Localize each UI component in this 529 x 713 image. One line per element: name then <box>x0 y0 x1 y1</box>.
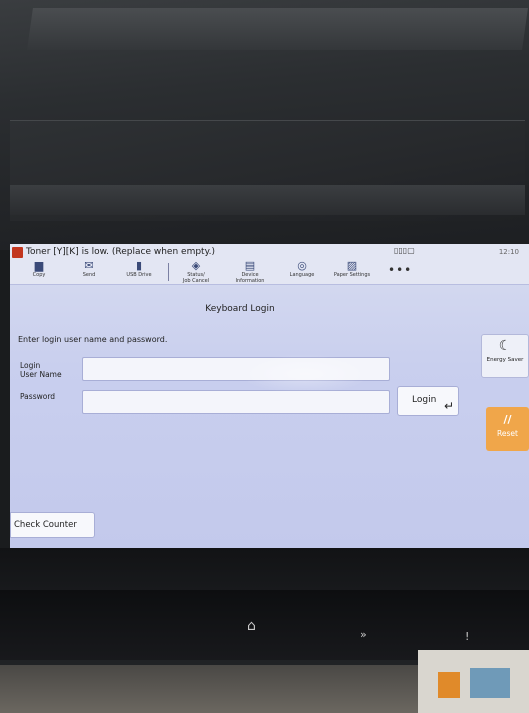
device-info-icon: ▤ <box>244 259 256 272</box>
send-icon: ✉ <box>84 259 94 272</box>
toolbar: ▆ Copy ✉ Send ▮ USB Drive ◈ Status/ Job … <box>10 260 529 285</box>
more-menu-button[interactable]: ••• <box>388 263 412 277</box>
login-instruction: Enter login user name and password. <box>18 335 168 344</box>
tray-indicators: ▯▯▯▢ <box>394 246 415 255</box>
alert-indicator: ! <box>465 630 470 643</box>
home-hardware-button[interactable]: ⌂ <box>247 618 256 634</box>
enter-icon: ↵ <box>443 399 454 413</box>
copy-icon: ▆ <box>34 259 44 272</box>
login-button[interactable]: Login ↵ <box>397 386 459 416</box>
toolbar-label: Device Information <box>235 272 265 284</box>
box-blue-stripe <box>470 668 510 698</box>
toolbar-device-information[interactable]: ▤ Device Information <box>222 259 278 285</box>
toolbar-label: Copy <box>32 272 46 278</box>
login-button-label: Login <box>412 395 437 405</box>
toolbar-label: Status/ Job Cancel <box>182 272 210 284</box>
language-icon: ◎ <box>297 259 307 272</box>
toolbar-language[interactable]: ◎ Language <box>274 259 330 279</box>
toolbar-copy[interactable]: ▆ Copy <box>11 259 67 279</box>
energy-saver-label: Energy Saver <box>486 357 524 363</box>
status-icon: ◈ <box>191 259 201 272</box>
password-label: Password <box>20 392 56 401</box>
toolbar-label: USB Drive <box>126 272 152 278</box>
toolbar-paper-settings[interactable]: ▨ Paper Settings <box>324 259 380 279</box>
toolbar-usb-drive[interactable]: ▮ USB Drive <box>111 259 167 279</box>
toolbar-status-job-cancel[interactable]: ◈ Status/ Job Cancel <box>168 259 224 285</box>
energy-saver-button[interactable]: ☾ Energy Saver <box>481 334 529 378</box>
page-title: Keyboard Login <box>205 304 275 314</box>
usb-drive-icon: ▮ <box>135 259 143 272</box>
toolbar-send[interactable]: ✉ Send <box>61 259 117 279</box>
reset-label: Reset <box>497 429 518 438</box>
username-label: Login User Name <box>20 361 62 379</box>
check-counter-button[interactable]: Check Counter <box>10 512 95 538</box>
warning-icon <box>12 247 23 258</box>
printer-ridge-edge <box>10 185 525 215</box>
box-orange-stripe <box>438 672 460 698</box>
forward-hardware-button[interactable]: » <box>360 628 367 641</box>
toolbar-label: Language <box>289 272 315 278</box>
moon-icon: ☾ <box>498 338 512 354</box>
status-message: Toner [Y][K] is low. (Replace when empty… <box>26 247 215 257</box>
status-time: 12:10 <box>498 248 519 256</box>
reset-button[interactable]: // Reset <box>486 407 529 451</box>
touchscreen: Toner [Y][K] is low. (Replace when empty… <box>10 244 529 548</box>
paper-settings-icon: ▨ <box>346 259 358 272</box>
toolbar-label: Paper Settings <box>333 272 371 278</box>
reset-icon: // <box>503 413 512 426</box>
printer-lid <box>27 8 528 50</box>
screen-glare <box>240 354 370 394</box>
toolbar-label: Send <box>82 272 96 278</box>
